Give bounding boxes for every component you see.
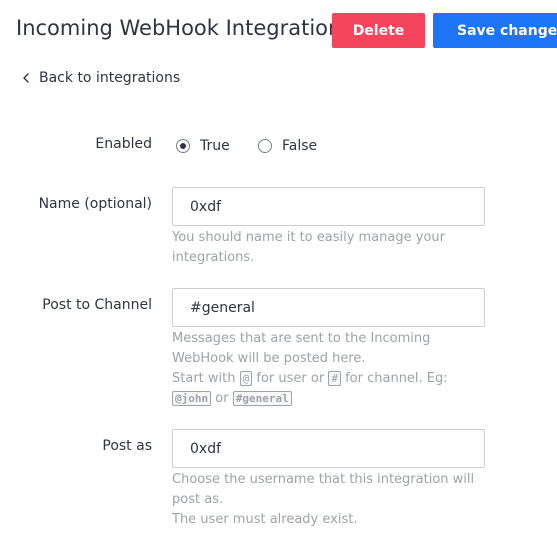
code-hash: # bbox=[328, 371, 341, 386]
name-help: You should name it to easily manage your… bbox=[172, 230, 445, 265]
code-at: @ bbox=[239, 371, 253, 386]
radio-false[interactable]: False bbox=[258, 138, 317, 154]
radio-false-circle bbox=[258, 139, 272, 153]
channel-help-example: @john or #general bbox=[172, 389, 482, 409]
post-as-input[interactable] bbox=[172, 429, 485, 468]
post-as-help-text: Choose the username that this integratio… bbox=[172, 472, 475, 507]
radio-true-label: True bbox=[200, 138, 230, 154]
enabled-label: Enabled bbox=[95, 136, 152, 152]
save-changes-button[interactable]: Save changes bbox=[433, 13, 557, 48]
chevron-left-icon bbox=[23, 73, 29, 83]
code-example-user: @john bbox=[172, 390, 212, 406]
name-input[interactable] bbox=[172, 187, 485, 226]
delete-button[interactable]: Delete bbox=[332, 13, 425, 48]
radio-false-label: False bbox=[282, 138, 318, 154]
back-link-label: Back to integrations bbox=[39, 70, 181, 86]
channel-help-text: Messages that are sent to the Incoming W… bbox=[172, 331, 431, 366]
channel-input[interactable] bbox=[172, 288, 485, 327]
page-title: Incoming WebHook Integration bbox=[16, 16, 342, 40]
channel-help-syntax: Start with @ for user or # for channel. … bbox=[172, 371, 448, 386]
radio-true[interactable]: True bbox=[176, 138, 230, 154]
post-as-help-note: The user must already exist. bbox=[172, 512, 358, 527]
radio-true-circle bbox=[176, 139, 190, 153]
post-as-label: Post as bbox=[102, 438, 152, 454]
channel-help: Messages that are sent to the Incoming W… bbox=[172, 329, 482, 408]
back-to-integrations-link[interactable]: Back to integrations bbox=[21, 70, 180, 86]
code-example-channel: #general bbox=[232, 390, 292, 406]
post-as-help: Choose the username that this integratio… bbox=[172, 470, 482, 530]
channel-label: Post to Channel bbox=[42, 297, 152, 313]
name-label: Name (optional) bbox=[38, 196, 152, 212]
